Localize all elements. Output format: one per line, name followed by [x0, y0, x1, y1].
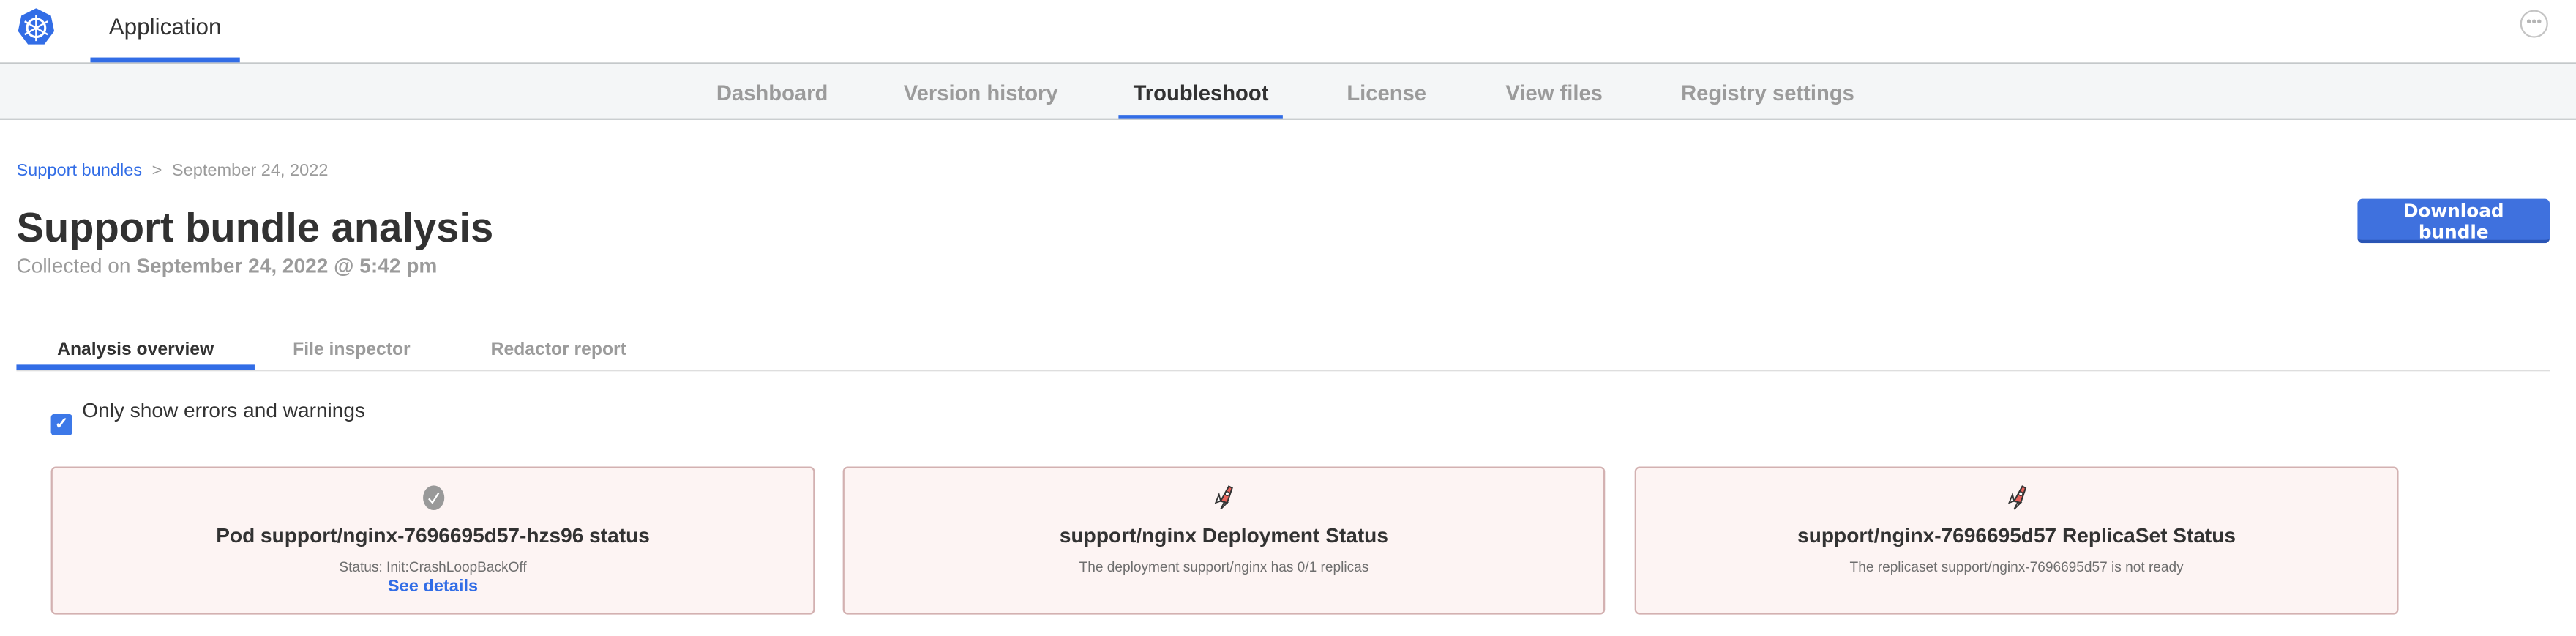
analysis-card: support/nginx-7696695d57 ReplicaSet Stat… [1634, 466, 2399, 615]
errors-only-checkbox[interactable]: ✓ [50, 414, 72, 435]
analysis-tabs: Analysis overview File inspector Redacto… [16, 329, 2550, 372]
breadcrumb-separator: > [151, 161, 162, 181]
card-title: support/nginx-7696695d57 ReplicaSet Stat… [1797, 524, 2236, 547]
card-message: The replicaset support/nginx-7696695d57 … [1849, 558, 2184, 575]
breadcrumb: Support bundles > September 24, 2022 [16, 161, 328, 181]
check-circle-icon [422, 485, 444, 511]
breadcrumb-support-bundles-link[interactable]: Support bundles [16, 161, 142, 181]
tab-analysis-overview[interactable]: Analysis overview [16, 329, 255, 370]
card-message: Status: Init:CrashLoopBackOff [339, 558, 527, 575]
tab-version-history[interactable]: Version history [889, 64, 1073, 119]
errors-only-label[interactable]: Only show errors and warnings [82, 400, 365, 422]
collected-prefix: Collected on [16, 254, 131, 278]
tab-troubleshoot[interactable]: Troubleshoot [1118, 64, 1284, 119]
tab-registry-settings[interactable]: Registry settings [1666, 64, 1869, 119]
analysis-card: Pod support/nginx-7696695d57-hzs96 statu… [50, 466, 815, 615]
analysis-card: support/nginx Deployment Status The depl… [842, 466, 1606, 615]
card-title: support/nginx Deployment Status [1059, 524, 1388, 547]
app-tab[interactable]: Application [90, 0, 240, 63]
collected-on: Collected on September 24, 2022 @ 5:42 p… [16, 255, 437, 277]
collected-date: September 24, 2022 @ 5:42 pm [136, 254, 438, 278]
kubernetes-logo-icon [18, 8, 55, 45]
page-title: Support bundle analysis [16, 205, 494, 252]
download-bundle-button[interactable]: Download bundle [2357, 198, 2550, 244]
card-title: Pod support/nginx-7696695d57-hzs96 statu… [216, 524, 650, 547]
see-details-link[interactable]: See details [53, 577, 813, 596]
tab-license[interactable]: License [1332, 64, 1441, 119]
tab-file-inspector[interactable]: File inspector [269, 329, 433, 370]
ellipsis-circle-icon[interactable]: ••• [2520, 10, 2548, 38]
tab-dashboard[interactable]: Dashboard [702, 64, 843, 119]
tab-redactor-report[interactable]: Redactor report [468, 329, 649, 370]
breadcrumb-current: September 24, 2022 [171, 161, 329, 181]
main-nav: Dashboard Version history Troubleshoot L… [0, 64, 2576, 120]
rocket-icon [1214, 485, 1233, 510]
top-bar: Application ••• [0, 0, 2576, 64]
rocket-icon [2007, 485, 2026, 510]
card-message: The deployment support/nginx has 0/1 rep… [1079, 558, 1369, 575]
tab-view-files[interactable]: View files [1491, 64, 1617, 119]
